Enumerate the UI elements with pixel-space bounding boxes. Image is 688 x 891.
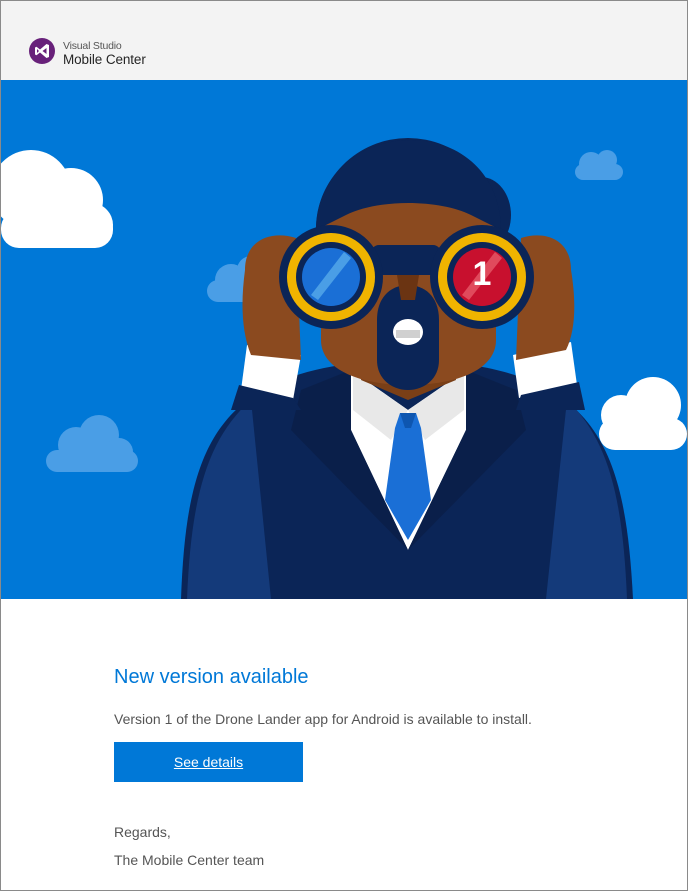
signature-text: The Mobile Center team	[114, 852, 265, 868]
version-badge-number: 1	[472, 255, 492, 293]
release-description: Version 1 of the Drone Lander app for An…	[114, 711, 532, 727]
cloud-right	[599, 377, 687, 450]
hero-banner: 1	[1, 80, 687, 599]
cloud-left-large	[1, 150, 113, 248]
brand-line-mobile-center: Mobile Center	[63, 52, 146, 67]
brand-line-visual-studio: Visual Studio	[63, 40, 122, 52]
hero-illustration	[1, 138, 687, 599]
cloud-top-right	[575, 150, 623, 180]
see-details-button[interactable]: See details	[114, 742, 303, 782]
visual-studio-logo-icon	[29, 38, 55, 64]
page-title: New version available	[114, 666, 309, 688]
email-body	[1, 599, 687, 890]
cloud-lower-left	[46, 415, 138, 472]
regards-text: Regards,	[114, 824, 171, 840]
